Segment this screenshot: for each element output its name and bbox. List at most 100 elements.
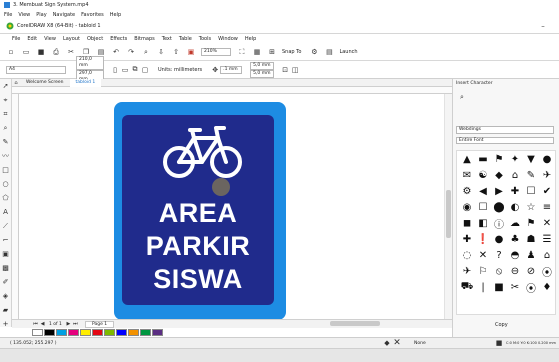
vertical-scrollbar[interactable] bbox=[444, 94, 452, 319]
menu-table[interactable]: Table bbox=[179, 36, 192, 42]
glyph-cell[interactable]: ♣ bbox=[507, 231, 523, 247]
glyph-cell[interactable]: ⊘ bbox=[523, 263, 539, 279]
artistic-media-icon[interactable]: 〰 bbox=[1, 151, 11, 161]
launch-dropdown[interactable]: Launch bbox=[339, 49, 357, 55]
glyph-cell[interactable]: ✔ bbox=[539, 183, 555, 199]
glyph-cell[interactable]: ♟ bbox=[523, 247, 539, 263]
snap-to-dropdown[interactable]: Snap To bbox=[282, 49, 301, 55]
glyph-cell[interactable]: ✕ bbox=[539, 215, 555, 231]
glyph-cell[interactable]: ■ bbox=[491, 279, 507, 295]
glyph-cell[interactable]: ≡ bbox=[539, 199, 555, 215]
page-tab-1[interactable]: Page 1 bbox=[84, 320, 115, 328]
open-folder-icon[interactable]: ▭ bbox=[21, 47, 31, 57]
cut-icon[interactable]: ✂ bbox=[66, 47, 76, 57]
glyph-cell[interactable]: ▲ bbox=[459, 151, 475, 167]
eyedropper-icon[interactable]: ✐ bbox=[1, 277, 11, 287]
glyph-cell[interactable]: ◧ bbox=[475, 215, 491, 231]
glyph-cell[interactable]: ❗ bbox=[475, 231, 491, 247]
save-icon[interactable]: ■ bbox=[36, 47, 46, 57]
glyph-cell[interactable]: ✚ bbox=[507, 183, 523, 199]
first-page-icon[interactable]: ⏮ bbox=[32, 321, 39, 328]
color-swatch[interactable] bbox=[32, 329, 43, 336]
player-menu-help[interactable]: Help bbox=[110, 12, 121, 18]
glyph-cell[interactable]: ✕ bbox=[475, 247, 491, 263]
sign-line-area[interactable]: AREA bbox=[122, 199, 274, 227]
menu-tools[interactable]: Tools bbox=[199, 36, 211, 42]
glyph-cell[interactable]: ◓ bbox=[507, 247, 523, 263]
glyph-cell[interactable]: ▬ bbox=[475, 151, 491, 167]
glyph-cell[interactable]: ● bbox=[491, 231, 507, 247]
glyph-cell[interactable]: ✦ bbox=[507, 151, 523, 167]
glyph-cell[interactable]: ✈ bbox=[539, 167, 555, 183]
font-select[interactable]: Webdings bbox=[456, 126, 554, 134]
glyph-cell[interactable]: ☁ bbox=[507, 215, 523, 231]
glyph-cell[interactable]: ◐ bbox=[507, 199, 523, 215]
glyph-cell[interactable]: ☆ bbox=[523, 199, 539, 215]
edit-page-icon[interactable]: ⊡ bbox=[280, 65, 290, 75]
home-icon[interactable]: ⌂ bbox=[12, 79, 20, 87]
polygon-tool-icon[interactable]: ⬠ bbox=[1, 193, 11, 203]
menu-view[interactable]: View bbox=[44, 36, 56, 42]
redo-icon[interactable]: ↷ bbox=[126, 47, 136, 57]
page-size-select[interactable]: A4 bbox=[6, 65, 66, 74]
glyph-cell[interactable]: ⌂ bbox=[507, 167, 523, 183]
new-document-icon[interactable]: ▫ bbox=[6, 47, 16, 57]
print-icon[interactable]: ⎙ bbox=[51, 47, 61, 57]
next-page-icon[interactable]: ▶ bbox=[65, 321, 72, 328]
glyph-cell[interactable]: ☰ bbox=[539, 231, 555, 247]
pick-tool-icon[interactable]: ➚ bbox=[1, 81, 11, 91]
player-menu-favorites[interactable]: Favorites bbox=[81, 12, 104, 18]
duplicate-x-field[interactable]: 5,0 mm bbox=[250, 61, 275, 70]
glyph-cell[interactable]: ⚐ bbox=[475, 263, 491, 279]
glyph-cell[interactable]: ⚑ bbox=[523, 215, 539, 231]
player-menu-file[interactable]: File bbox=[4, 12, 12, 18]
glyph-cell[interactable]: ▶ bbox=[491, 183, 507, 199]
add-tool-icon[interactable]: + bbox=[1, 319, 11, 329]
all-pages-icon[interactable]: ⧉ bbox=[130, 65, 140, 75]
current-page-icon[interactable]: ▢ bbox=[140, 65, 150, 75]
menu-help[interactable]: Help bbox=[245, 36, 256, 42]
character-filter-select[interactable]: Entire Font bbox=[456, 137, 554, 144]
menu-text[interactable]: Text bbox=[162, 36, 172, 42]
vertical-scroll-thumb[interactable] bbox=[446, 190, 451, 238]
menu-bitmaps[interactable]: Bitmaps bbox=[134, 36, 155, 42]
duplicate-y-field[interactable]: 5,0 mm bbox=[250, 69, 275, 78]
zoom-tool-icon[interactable]: ⌕ bbox=[1, 123, 11, 133]
sign-line-siswa[interactable]: SISWA bbox=[122, 265, 274, 293]
rulers-icon[interactable]: ▦ bbox=[252, 47, 262, 57]
connector-tool-icon[interactable]: ⌐ bbox=[1, 235, 11, 245]
menu-file[interactable]: File bbox=[12, 36, 20, 42]
color-swatch[interactable] bbox=[104, 329, 115, 336]
player-menu-navigate[interactable]: Navigate bbox=[53, 12, 75, 18]
menu-object[interactable]: Object bbox=[87, 36, 103, 42]
horizontal-scroll-thumb[interactable] bbox=[330, 321, 380, 326]
interactive-fill-icon[interactable]: ◈ bbox=[1, 291, 11, 301]
previous-page-icon[interactable]: ◀ bbox=[39, 321, 46, 328]
freehand-tool-icon[interactable]: ✎ bbox=[1, 137, 11, 147]
glyph-cell[interactable]: ✈ bbox=[459, 263, 475, 279]
glyph-cell[interactable]: ⚑ bbox=[491, 151, 507, 167]
glyph-cell[interactable]: ☯ bbox=[475, 167, 491, 183]
crop-tool-icon[interactable]: ⌗ bbox=[1, 109, 11, 119]
page-frame-icon[interactable]: ◫ bbox=[290, 65, 300, 75]
glyph-cell[interactable]: ✉ bbox=[459, 167, 475, 183]
glyph-cell[interactable]: ⊖ bbox=[507, 263, 523, 279]
glyph-cell[interactable]: ◌ bbox=[459, 247, 475, 263]
color-swatch[interactable] bbox=[116, 329, 127, 336]
portrait-icon[interactable]: ▯ bbox=[110, 65, 120, 75]
menu-effects[interactable]: Effects bbox=[110, 36, 127, 42]
tab-tabloid-1[interactable]: tabloid 1 bbox=[69, 78, 102, 87]
undo-icon[interactable]: ↶ bbox=[111, 47, 121, 57]
options-gear-icon[interactable]: ⚙ bbox=[309, 47, 319, 57]
player-menu-view[interactable]: View bbox=[18, 12, 30, 18]
application-launcher-icon[interactable]: ▤ bbox=[324, 47, 334, 57]
shape-tool-icon[interactable]: ⌖ bbox=[1, 95, 11, 105]
full-screen-icon[interactable]: ⛶ bbox=[237, 47, 247, 57]
glyph-cell[interactable]: ◼ bbox=[459, 215, 475, 231]
units-dropdown[interactable]: Units: millimeters bbox=[158, 67, 202, 73]
nudge-field[interactable]: .1 mm bbox=[220, 65, 243, 74]
last-page-icon[interactable]: ⏭ bbox=[72, 321, 79, 328]
glyph-cell[interactable]: ⦿ bbox=[539, 263, 555, 279]
glyph-cell[interactable]: ◉ bbox=[459, 199, 475, 215]
minimize-icon[interactable]: – bbox=[538, 21, 548, 31]
